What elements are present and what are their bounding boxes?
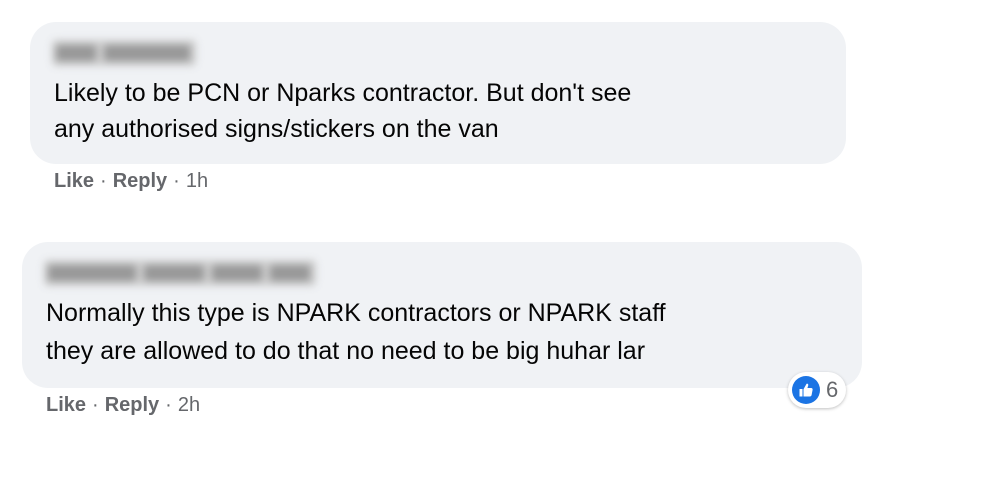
separator: ·: [173, 170, 180, 192]
comment-text-line: Likely to be PCN or Nparks contractor. B…: [54, 79, 632, 107]
separator: ·: [165, 394, 172, 416]
timestamp-link[interactable]: 2h: [178, 394, 200, 416]
timestamp-link[interactable]: 1h: [186, 170, 208, 192]
comment-text-line: Normally this type is NPARK contractors …: [46, 299, 666, 327]
comment-1: Likely to be PCN or Nparks contractor. B…: [0, 0, 983, 210]
reply-link[interactable]: Reply: [105, 394, 159, 416]
thumbs-up-icon: [792, 376, 820, 404]
reply-link[interactable]: Reply: [113, 170, 167, 192]
comment-text-line: any authorised signs/stickers on the van: [54, 115, 499, 143]
reaction-count: 6: [826, 377, 839, 402]
comment-bubble: [22, 242, 862, 388]
separator: ·: [100, 170, 107, 192]
comment-actions: Like · Reply · 1h: [54, 170, 208, 193]
separator: ·: [92, 394, 99, 416]
reaction-summary[interactable]: 6: [788, 372, 847, 408]
like-link[interactable]: Like: [46, 394, 86, 416]
author-name-blurred[interactable]: [44, 260, 316, 286]
like-link[interactable]: Like: [54, 170, 94, 192]
author-name-blurred[interactable]: [52, 40, 196, 66]
comment-text-line: they are allowed to do that no need to b…: [46, 337, 646, 365]
comment-actions: Like · Reply · 2h: [46, 394, 200, 417]
